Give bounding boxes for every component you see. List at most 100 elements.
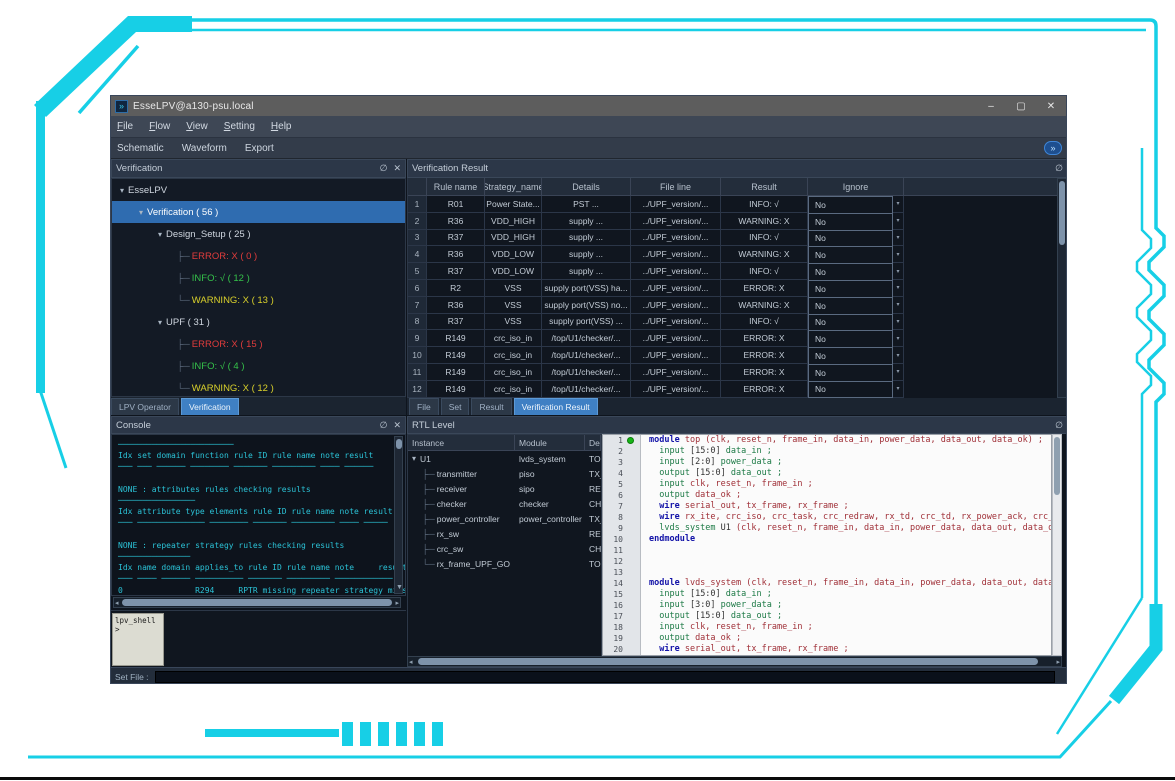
column-header-rule-name[interactable]: Rule name xyxy=(427,178,485,195)
set-file-input[interactable] xyxy=(155,671,1055,683)
tree-item-verification[interactable]: ▾Verification ( 56 ) xyxy=(112,201,405,223)
tree-item-upf[interactable]: ▾UPF ( 31 ) xyxy=(112,311,405,333)
ignore-dropdown-icon[interactable]: ▾ xyxy=(893,280,904,297)
expand-arrow-icon[interactable]: ▾ xyxy=(158,318,162,327)
cell-ignore[interactable]: No xyxy=(808,213,893,230)
tree-item-info[interactable]: ├─INFO: √ ( 12 ) xyxy=(112,267,405,289)
ignore-dropdown-icon[interactable]: ▾ xyxy=(893,347,904,364)
tree-item-design-setup[interactable]: ▾Design_Setup ( 25 ) xyxy=(112,223,405,245)
column-header-result[interactable]: Result xyxy=(721,178,808,195)
cell-ignore[interactable]: No xyxy=(808,381,893,398)
rtl-row-u1[interactable]: ▾U1lvds_systemTOP xyxy=(408,451,601,466)
cell-ignore[interactable]: No xyxy=(808,280,893,297)
minimize-button[interactable]: – xyxy=(976,96,1006,116)
rtl-column-header-desig[interactable]: Desig xyxy=(585,435,601,450)
table-row[interactable]: 11R149crc_iso_in/top/U1/checker/...../UP… xyxy=(408,364,1067,381)
tab-verification[interactable]: Verification xyxy=(181,398,239,415)
rtl-row-transmitter[interactable]: ├─transmitterpisoTX_ xyxy=(408,466,601,481)
column-header-file-line[interactable]: File line xyxy=(631,178,721,195)
rtl-row-receiver[interactable]: ├─receiversipoREC xyxy=(408,481,601,496)
cell-ignore[interactable]: No xyxy=(808,230,893,247)
column-header-ignore[interactable]: Ignore xyxy=(808,178,904,195)
cell-ignore[interactable]: No xyxy=(808,330,893,347)
ignore-dropdown-icon[interactable]: ▾ xyxy=(893,246,904,263)
title-bar[interactable]: » EsseLPV@a130-psu.local – ▢ ✕ xyxy=(111,96,1066,116)
console-hscrollbar[interactable]: ◂ ▸ xyxy=(113,597,401,608)
table-row[interactable]: 7R36VSSsupply port(VSS) no...../UPF_vers… xyxy=(408,297,1067,314)
table-row[interactable]: 10R149crc_iso_in/top/U1/checker/...../UP… xyxy=(408,347,1067,364)
ignore-dropdown-icon[interactable]: ▾ xyxy=(893,263,904,280)
ignore-dropdown-icon[interactable]: ▾ xyxy=(893,196,904,213)
float-panel-icon[interactable]: ∅ xyxy=(1055,420,1063,431)
table-row[interactable]: 8R37VSSsupply port(VSS) ...../UPF_versio… xyxy=(408,314,1067,331)
ignore-dropdown-icon[interactable]: ▾ xyxy=(893,364,904,381)
toolbar-item-export[interactable]: Export xyxy=(245,143,274,154)
toolbar-item-waveform[interactable]: Waveform xyxy=(182,143,227,154)
column-header-details[interactable]: Details xyxy=(542,178,631,195)
cell-ignore[interactable]: No xyxy=(808,246,893,263)
tree-item-error[interactable]: ├─ERROR: X ( 0 ) xyxy=(112,245,405,267)
toolbar-item-schematic[interactable]: Schematic xyxy=(117,143,164,154)
table-row[interactable]: 9R149crc_iso_in/top/U1/checker/...../UPF… xyxy=(408,330,1067,347)
cell-ignore[interactable]: No xyxy=(808,364,893,381)
console-vscrollbar[interactable]: ▼ xyxy=(394,436,403,594)
table-row[interactable]: 12R149crc_iso_in/top/U1/checker/...../UP… xyxy=(408,381,1067,398)
table-row[interactable]: 2R36VDD_HIGHsupply ...../UPF_version/...… xyxy=(408,213,1067,230)
editor-vscrollbar[interactable] xyxy=(1052,434,1062,656)
rtl-hscrollbar[interactable]: ◂ ▸ xyxy=(407,656,1062,667)
cell-ignore[interactable]: No xyxy=(808,196,893,213)
code-editor[interactable]: 1234567891011121314151617181920 module t… xyxy=(602,434,1052,656)
tab-verification-result[interactable]: Verification Result xyxy=(514,398,598,415)
menu-item-help[interactable]: Help xyxy=(271,121,292,132)
result-table-vscrollbar[interactable] xyxy=(1057,178,1067,398)
tree-item-warning[interactable]: └─WARNING: X ( 13 ) xyxy=(112,289,405,311)
tab-set[interactable]: Set xyxy=(441,398,470,415)
rtl-column-header-instance[interactable]: Instance xyxy=(408,435,515,450)
float-panel-icon[interactable]: ∅ xyxy=(380,163,388,174)
tree-item-info[interactable]: ├─INFO: √ ( 4 ) xyxy=(112,355,405,377)
float-panel-icon[interactable]: ∅ xyxy=(1055,163,1063,174)
menu-item-file[interactable]: File xyxy=(117,121,133,132)
rtl-row-rx-frame-upf-go[interactable]: └─rx_frame_UPF_GOTOI xyxy=(408,556,601,571)
maximize-button[interactable]: ▢ xyxy=(1006,96,1036,116)
tab-lpv-operator[interactable]: LPV Operator xyxy=(111,398,179,415)
float-panel-icon[interactable]: ∅ xyxy=(380,420,388,431)
tab-result[interactable]: Result xyxy=(471,398,511,415)
expand-arrow-icon[interactable]: ▾ xyxy=(158,230,162,239)
rtl-row-checker[interactable]: ├─checkercheckerCHI xyxy=(408,496,601,511)
ignore-dropdown-icon[interactable]: ▾ xyxy=(893,381,904,398)
ignore-dropdown-icon[interactable]: ▾ xyxy=(893,230,904,247)
close-panel-icon[interactable]: ✕ xyxy=(393,163,401,174)
menu-item-setting[interactable]: Setting xyxy=(224,121,255,132)
expand-arrow-icon[interactable]: ▾ xyxy=(412,454,416,463)
breakpoint-icon[interactable] xyxy=(627,437,634,444)
rtl-column-header-module[interactable]: Module xyxy=(515,435,585,450)
cell-ignore[interactable]: No xyxy=(808,297,893,314)
column-header-strategy-name[interactable]: Strategy_name xyxy=(485,178,542,195)
rtl-row-rx-sw[interactable]: ├─rx_swREC xyxy=(408,526,601,541)
table-row[interactable]: 4R36VDD_LOWsupply ...../UPF_version/...W… xyxy=(408,246,1067,263)
expand-arrow-icon[interactable]: ▾ xyxy=(120,186,124,195)
cell-ignore[interactable]: No xyxy=(808,314,893,331)
tab-file[interactable]: File xyxy=(409,398,439,415)
ignore-dropdown-icon[interactable]: ▾ xyxy=(893,330,904,347)
close-panel-icon[interactable]: ✕ xyxy=(393,420,401,431)
tree-item-esselpv[interactable]: ▾EsseLPV xyxy=(112,179,405,201)
toolbar-overflow-button[interactable]: » xyxy=(1044,141,1062,155)
tree-item-error[interactable]: ├─ERROR: X ( 15 ) xyxy=(112,333,405,355)
table-row[interactable]: 5R37VDD_LOWsupply ...../UPF_version/...I… xyxy=(408,263,1067,280)
table-row[interactable]: 3R37VDD_HIGHsupply ...../UPF_version/...… xyxy=(408,230,1067,247)
table-row[interactable]: 1R01Power State...PST ...../UPF_version/… xyxy=(408,196,1067,213)
ignore-dropdown-icon[interactable]: ▾ xyxy=(893,314,904,331)
rtl-row-crc-sw[interactable]: ├─crc_swCHI xyxy=(408,541,601,556)
expand-arrow-icon[interactable]: ▾ xyxy=(139,208,143,217)
menu-item-flow[interactable]: Flow xyxy=(149,121,170,132)
cell-ignore[interactable]: No xyxy=(808,263,893,280)
ignore-dropdown-icon[interactable]: ▾ xyxy=(893,297,904,314)
rtl-row-power-controller[interactable]: ├─power_controllerpower_controllerTX_ xyxy=(408,511,601,526)
table-row[interactable]: 6R2VSSsupply port(VSS) ha...../UPF_versi… xyxy=(408,280,1067,297)
menu-item-view[interactable]: View xyxy=(186,121,208,132)
close-button[interactable]: ✕ xyxy=(1036,96,1066,116)
ignore-dropdown-icon[interactable]: ▾ xyxy=(893,213,904,230)
shell-prompt-box[interactable]: lpv_shell > xyxy=(112,613,164,666)
